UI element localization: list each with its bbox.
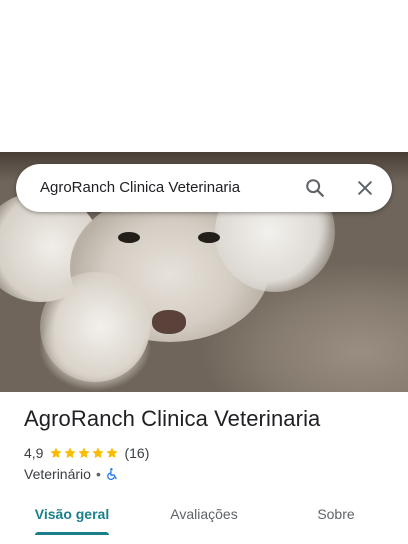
active-tab-indicator [35, 532, 109, 535]
search-bar[interactable]: AgroRanch Clinica Veterinaria [16, 164, 392, 212]
tab-reviews[interactable]: Avaliações [155, 496, 253, 532]
place-tabs: Visão geral Avaliações Sobre [0, 496, 408, 544]
star-icon [50, 447, 63, 459]
category-row: Veterinário • [24, 465, 119, 483]
star-icon [64, 447, 77, 459]
search-input[interactable]: AgroRanch Clinica Veterinaria [40, 164, 240, 212]
wheelchair-icon [106, 467, 119, 481]
dog-eye-right [198, 232, 220, 243]
rating-row[interactable]: 4,9 (16) [24, 444, 149, 462]
separator-dot: • [95, 466, 101, 482]
star-icon [78, 447, 91, 459]
dog-paw [40, 272, 150, 382]
dog-nose [152, 310, 186, 334]
star-icon [106, 447, 119, 459]
rating-stars [49, 446, 119, 460]
tab-about[interactable]: Sobre [300, 496, 372, 532]
place-title: AgroRanch Clinica Veterinaria [24, 406, 321, 431]
tab-overview[interactable]: Visão geral [25, 496, 119, 532]
close-icon[interactable] [351, 174, 379, 202]
category-label: Veterinário [24, 466, 91, 482]
dog-eye-left [118, 232, 140, 243]
rating-value: 4,9 [24, 445, 44, 461]
star-icon [92, 447, 105, 459]
search-icon[interactable] [301, 174, 329, 202]
review-count[interactable]: (16) [124, 445, 149, 461]
